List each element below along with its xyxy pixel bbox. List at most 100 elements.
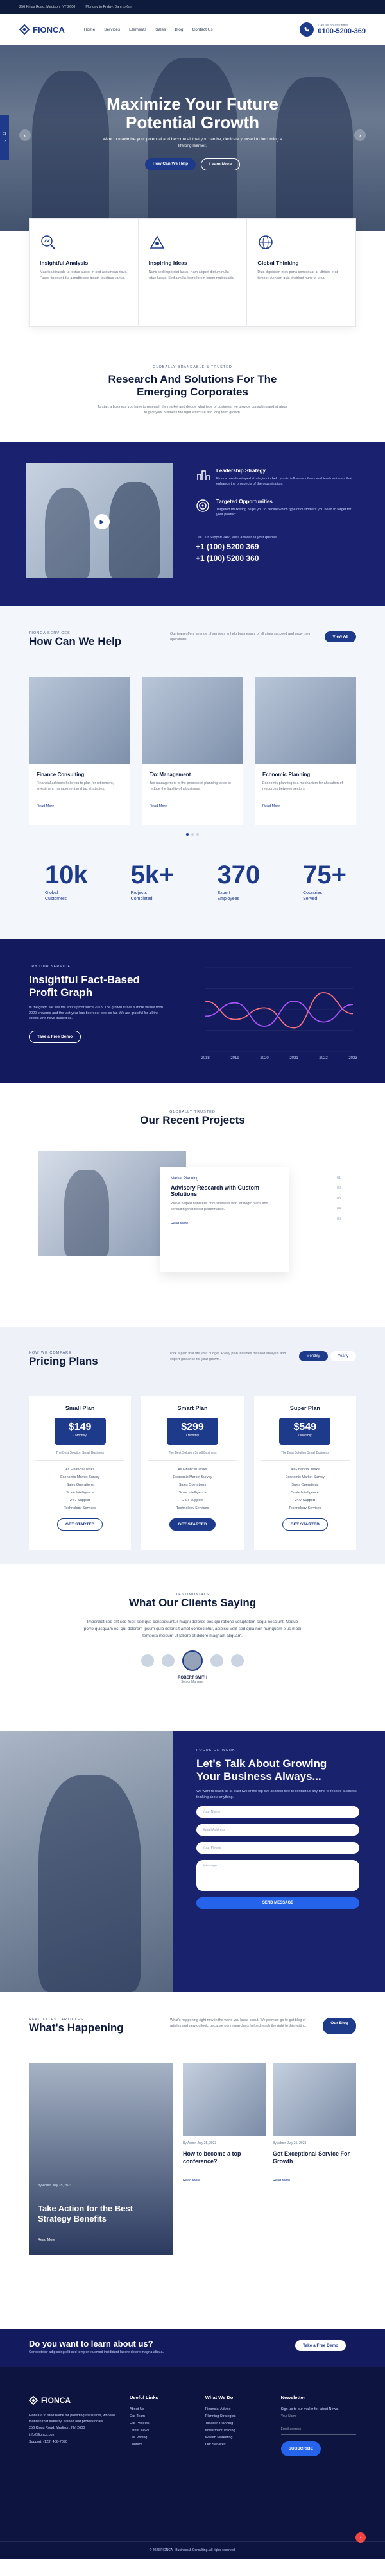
nav-blog[interactable]: Blog [175,28,184,32]
testimonial-quote: Imperdiet sed elit sed fugit sed quo con… [83,1620,302,1639]
subscribe-button[interactable]: SUBSCRIBE [280,2441,321,2456]
project-card[interactable]: Market Planning Advisory Research with C… [160,1167,289,1272]
hero-secondary-button[interactable]: Learn More [201,158,241,170]
feature-title: Global Thinking [257,260,299,266]
get-started-button[interactable]: GET STARTED [282,1518,329,1531]
nav-sales[interactable]: Sales [155,28,166,32]
get-started-button[interactable]: GET STARTED [169,1518,216,1531]
service-card[interactable]: Economic Planning Economic planning is a … [255,677,356,825]
footer-link[interactable]: Investment Trading [205,2427,268,2434]
client-role: Senior Manager [181,1679,204,1684]
stat-item: 5k+ Projects Completed [130,861,175,902]
footer-link[interactable]: About Us [130,2406,193,2413]
nav-contact[interactable]: Contact Us [193,28,213,32]
service-card[interactable]: Finance Consulting Financial advisors hel… [29,677,130,825]
play-video-icon[interactable]: ▶ [94,514,110,529]
avatar[interactable] [231,1654,244,1667]
toggle-yearly[interactable]: Yearly [330,1351,356,1361]
cta-banner: Do you want to learn about us? Consectet… [0,2329,385,2367]
footer-link[interactable]: Taxation Planning [205,2420,268,2427]
view-all-button[interactable]: View All [325,631,356,642]
support-phone[interactable]: +1 (100) 5200 360 [196,554,356,563]
call-box[interactable]: Call us on any time 0100-5200-369 [300,22,366,37]
avatar[interactable] [210,1654,223,1667]
nav-home[interactable]: Home [84,28,95,32]
post-card[interactable]: By Admin July 25, 2023 How to become a t… [183,2063,266,2182]
leadership-item: Targeted Opportunities Targeted marketing… [196,499,356,518]
logo-icon [19,24,30,35]
pricing-plan: Super Plan $549/ Monthly The Best Soluti… [253,1396,356,1550]
pricing-plan: Small Plan $149/ Monthly The Best Soluti… [29,1396,132,1550]
footer-link[interactable]: Contact [130,2441,193,2448]
footer-link[interactable]: Our Services [205,2441,268,2448]
section-title: How Can We Help [29,635,122,647]
nav-services[interactable]: Services [104,28,120,32]
email-field[interactable]: Email Address [196,1824,359,1836]
section-title: Let's Talk About Growing Your Business Al… [196,1757,327,1783]
newsletter-name-field[interactable]: Your Name [280,2413,356,2422]
toggle-monthly[interactable]: Monthly [298,1351,328,1361]
our-blog-button[interactable]: Our Blog [323,2018,356,2035]
avatar[interactable] [141,1654,154,1667]
x-tick-label: 2022 [319,1056,328,1060]
feature-title: Inspiring Ideas [148,260,187,266]
billing-toggle[interactable]: Monthly Yearly [298,1351,356,1368]
hero-primary-button[interactable]: How Can We Help [144,158,196,170]
newsletter-email-field[interactable]: Email address [280,2426,356,2435]
free-demo-button[interactable]: Take a Free Demo [295,2340,346,2351]
footer-col-title: Newsletter [280,2395,305,2400]
phone-field[interactable]: Your Phone [196,1842,359,1854]
carousel-dots[interactable] [0,833,385,836]
series-line [205,1001,354,1027]
testimonials-section: TESTIMONIALS What Our Clients Saying Imp… [0,1564,385,1731]
footer-link[interactable]: Our Team [130,2413,193,2420]
avatar-selector[interactable] [0,1650,385,1671]
read-more-link[interactable]: Read More [183,2173,266,2182]
post-card[interactable]: By Admin July 25, 2023 Got Exceptional S… [273,2063,356,2182]
featured-post[interactable]: By Admin July 25, 2023 Take Action for t… [29,2063,173,2255]
send-message-button[interactable]: SEND MESSAGE [196,1897,359,1909]
post-photo [183,2063,266,2136]
section-text: Our team offers a range of services to h… [170,632,311,642]
section-text: To start a business you have to research… [97,404,288,415]
support-phone[interactable]: +1 (100) 5200 369 [196,542,356,551]
footer-email[interactable]: info@fionca.com [29,2432,117,2439]
stat-item: 10k Global Customers [45,861,88,902]
project-pagination[interactable]: 01 02 03 04 05 [337,1176,341,1221]
footer-link[interactable]: Latest News [130,2427,193,2434]
phone-icon [300,22,314,37]
read-more-link[interactable]: Read More [38,2238,55,2242]
ideas-icon [150,235,164,249]
read-more-link[interactable]: Read More [150,798,235,808]
stats-section: 10k Global Customers 5k+ Projects Completed … [0,846,385,939]
avatar[interactable] [162,1654,175,1667]
avatar[interactable] [182,1650,203,1671]
project-title: Advisory Research with Custom Solutions [171,1184,260,1197]
plan-price: $299/ Monthly [166,1418,218,1445]
footer-link[interactable]: Financial Advice [205,2406,268,2413]
footer-phone[interactable]: Support: (123) 456-7890 [29,2439,117,2446]
footer-logo[interactable]: FIONCA [29,2393,117,2408]
service-card[interactable]: Tax Management Tax management is the proc… [142,677,243,825]
free-demo-button[interactable]: Take a Free Demo [29,1031,81,1043]
contact-section: FOCUS ON WORK Let's Talk About Growing Yo… [0,1731,385,1992]
stat-item: 75+ Countries Served [303,861,346,902]
footer-link[interactable]: Wealth Marketing [205,2434,268,2441]
read-more-link[interactable]: Read More [171,1222,278,1226]
logo[interactable]: FIONCA [19,24,65,35]
name-field[interactable]: Your Name [196,1806,359,1818]
get-started-button[interactable]: GET STARTED [56,1518,103,1531]
feature-card: Inspiring Ideas Nunc sed imperdiet lacus… [139,219,248,326]
pricing-section: HOW WE COMPARE Pricing Plans Pick a plan… [0,1327,385,1564]
nav-elements[interactable]: Elements [129,28,146,32]
footer-link[interactable]: Planning Strategies [205,2413,268,2420]
message-field[interactable]: Message [196,1860,359,1891]
read-more-link[interactable]: Read More [37,798,123,808]
footer-link[interactable]: Our Projects [130,2420,193,2427]
read-more-link[interactable]: Read More [262,798,348,808]
read-more-link[interactable]: Read More [273,2173,356,2182]
section-text: In the graph we see the entire profit si… [29,1005,164,1021]
section-eyebrow: TRY OUR SERVICE [29,965,71,968]
section-title: Our Recent Projects [140,1114,245,1126]
footer-link[interactable]: Our Pricing [130,2434,193,2441]
